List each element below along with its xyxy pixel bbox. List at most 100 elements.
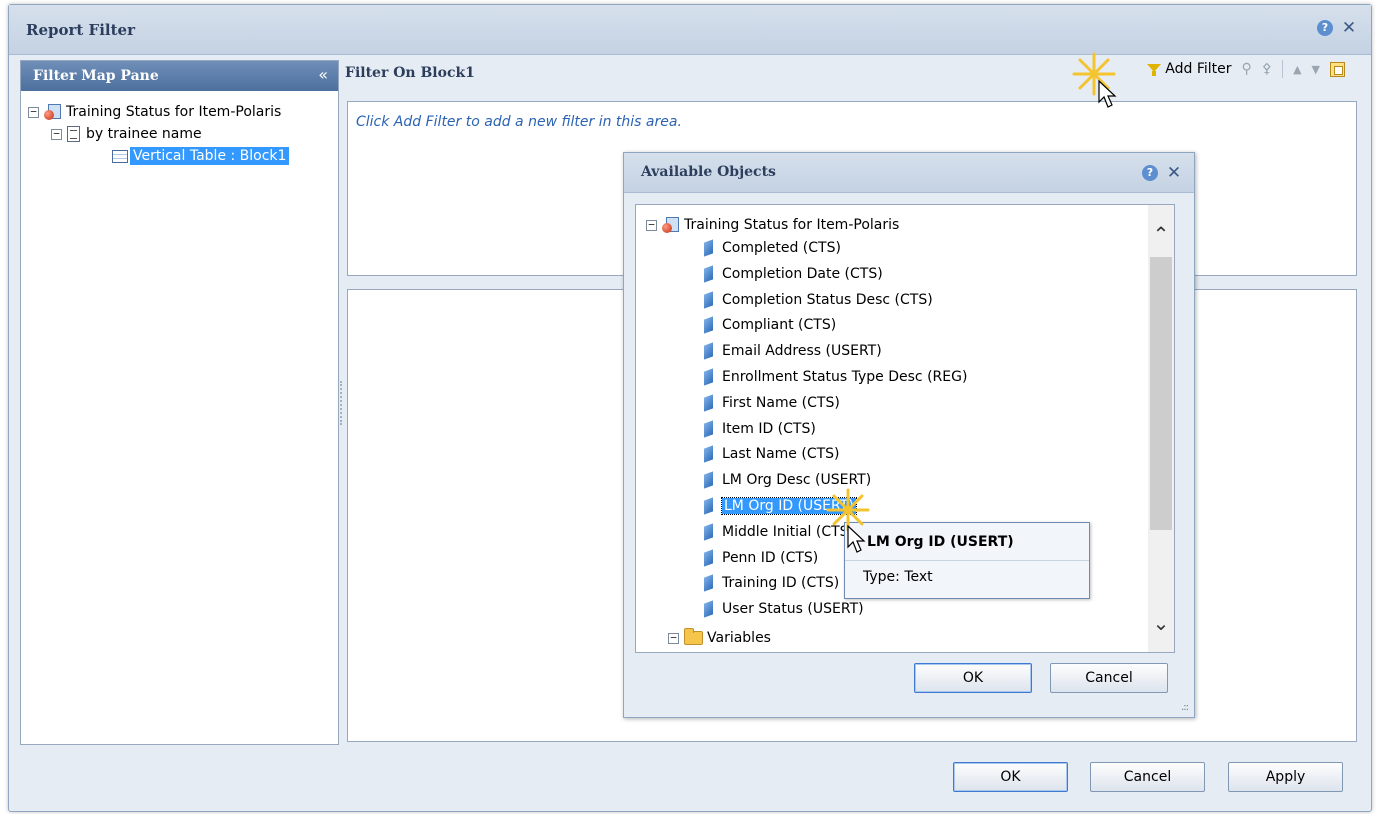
document-icon: [67, 126, 80, 142]
tooltip-title: LM Org ID (USERT): [845, 523, 1089, 561]
available-objects-title-bar: Available Objects ? ✕: [624, 153, 1194, 193]
object-item-label: LM Org Desc (USERT): [722, 472, 872, 488]
available-objects-dialog: Available Objects ? ✕ − Training Status …: [623, 152, 1195, 718]
dialog-title: Report Filter: [26, 21, 135, 39]
apply-button[interactable]: Apply: [1228, 762, 1343, 792]
filter-map-title: Filter Map Pane: [33, 68, 159, 84]
collapse-icon[interactable]: −: [668, 632, 679, 644]
add-filter-icon: [1146, 61, 1162, 77]
vertical-scrollbar[interactable]: ⌃ ⌄: [1148, 205, 1174, 652]
object-item-label: Completion Status Desc (CTS): [722, 292, 933, 308]
dialog-title-bar: Report Filter ? ✕: [9, 5, 1371, 55]
dimension-object-icon: [704, 574, 713, 592]
scroll-up-icon[interactable]: ⌃: [1148, 221, 1174, 247]
avail-ok-button[interactable]: OK: [914, 663, 1032, 693]
object-item[interactable]: Completion Status Desc (CTS): [704, 289, 933, 311]
tree-leaf-row[interactable]: Vertical Table : Block1: [112, 145, 290, 167]
object-item-label: Completed (CTS): [722, 240, 841, 256]
move-down-icon[interactable]: ▼: [1312, 63, 1320, 76]
tree-root-label: Training Status for Item-Polaris: [66, 104, 282, 120]
folder-icon: [684, 628, 703, 645]
available-objects-title: Available Objects: [641, 164, 776, 180]
avail-cancel-button[interactable]: Cancel: [1050, 663, 1168, 693]
filter-hint: Click Add Filter to add a new filter in …: [356, 114, 682, 130]
toolbar-separator: [1282, 60, 1284, 78]
filter-toolbar: Add Filter ⚲ ⚴ ▲ ▼: [1146, 60, 1345, 78]
dimension-object-icon: [704, 394, 713, 412]
dimension-object-icon: [704, 471, 713, 489]
dimension-object-icon: [704, 342, 713, 360]
close-icon[interactable]: ✕: [1166, 165, 1182, 182]
scroll-down-icon[interactable]: ⌄: [1148, 610, 1174, 636]
dimension-object-icon: [704, 265, 713, 283]
object-item-label: Last Name (CTS): [722, 446, 840, 462]
object-item-label: First Name (CTS): [722, 395, 840, 411]
dimension-object-icon: [704, 523, 713, 541]
add-filter-button[interactable]: Add Filter: [1146, 61, 1232, 77]
scroll-thumb[interactable]: [1150, 257, 1172, 530]
object-item[interactable]: Compliant (CTS): [704, 314, 836, 336]
help-icon[interactable]: ?: [1142, 165, 1158, 181]
objects-root-row[interactable]: − Training Status for Item-Polaris: [646, 214, 899, 236]
ok-button[interactable]: OK: [953, 762, 1068, 792]
filter-on-title: Filter On Block1: [345, 65, 475, 81]
resize-grip-icon[interactable]: .::: [1181, 702, 1189, 713]
object-item[interactable]: First Name (CTS): [704, 392, 840, 414]
object-item[interactable]: Last Name (CTS): [704, 443, 840, 465]
close-icon[interactable]: ✕: [1341, 20, 1357, 37]
filter-map-header: Filter Map Pane «: [21, 61, 338, 91]
mouse-pointer-icon: [847, 525, 866, 553]
variables-label: Variables: [707, 630, 771, 646]
report-icon: [662, 216, 680, 234]
objects-root-label: Training Status for Item-Polaris: [684, 217, 900, 233]
dimension-object-icon: [704, 291, 713, 309]
tree-leaf-label: Vertical Table : Block1: [130, 147, 290, 165]
object-item-label: Completion Date (CTS): [722, 266, 883, 282]
object-item[interactable]: Item ID (CTS): [704, 418, 816, 440]
dimension-object-icon: [704, 316, 713, 334]
view-toggle-icon[interactable]: [1330, 61, 1345, 77]
object-item[interactable]: Completed (CTS): [704, 237, 841, 259]
collapse-icon[interactable]: −: [51, 128, 62, 140]
object-item-label: Email Address (USERT): [722, 343, 882, 359]
variables-row[interactable]: − Variables: [668, 627, 771, 649]
tree-child-label: by trainee name: [86, 126, 202, 142]
move-up-icon[interactable]: ▲: [1293, 63, 1301, 76]
object-item-label: Item ID (CTS): [722, 421, 816, 437]
object-item[interactable]: Completion Date (CTS): [704, 263, 883, 285]
object-item-label: Penn ID (CTS): [722, 550, 819, 566]
pane-splitter[interactable]: [340, 381, 345, 425]
object-item-label: Training ID (CTS): [722, 575, 840, 591]
object-item[interactable]: Enrollment Status Type Desc (REG): [704, 366, 967, 388]
object-item-label: User Status (USERT): [722, 601, 864, 617]
tree-root-row[interactable]: − Training Status for Item-Polaris: [28, 101, 281, 123]
object-item[interactable]: Training ID (CTS): [704, 572, 839, 594]
dimension-object-icon: [704, 549, 713, 567]
add-filter-label: Add Filter: [1165, 61, 1232, 77]
tree-child-row[interactable]: − by trainee name: [51, 123, 202, 145]
tooltip-type: Type: Text: [863, 569, 933, 585]
collapse-pane-icon[interactable]: «: [318, 65, 328, 84]
filter-properties-icon[interactable]: ⚲: [1242, 61, 1252, 77]
dimension-object-icon: [704, 420, 713, 438]
dimension-object-icon: [704, 368, 713, 386]
object-item-label: Compliant (CTS): [722, 317, 837, 333]
dimension-object-icon: [704, 445, 713, 463]
filter-map-pane: Filter Map Pane « − Training Status for …: [20, 60, 339, 745]
object-item[interactable]: Penn ID (CTS): [704, 547, 818, 569]
collapse-icon[interactable]: −: [646, 219, 657, 231]
mouse-pointer-icon: [1098, 80, 1117, 108]
help-icon[interactable]: ?: [1317, 20, 1333, 36]
object-item-label: Enrollment Status Type Desc (REG): [722, 369, 968, 385]
remove-filter-icon[interactable]: ⚴: [1262, 61, 1272, 77]
filter-on-header: Filter On Block1 Add Filter ⚲ ⚴ ▲ ▼: [345, 55, 1357, 95]
table-icon: [112, 149, 128, 163]
dimension-object-icon: [704, 497, 713, 515]
object-item[interactable]: User Status (USERT): [704, 598, 864, 620]
dimension-object-icon: [704, 239, 713, 257]
report-icon: [44, 103, 62, 121]
cancel-button[interactable]: Cancel: [1090, 762, 1205, 792]
object-item[interactable]: Email Address (USERT): [704, 340, 882, 362]
collapse-icon[interactable]: −: [28, 106, 39, 118]
object-tooltip: LM Org ID (USERT) Type: Text: [844, 522, 1090, 599]
